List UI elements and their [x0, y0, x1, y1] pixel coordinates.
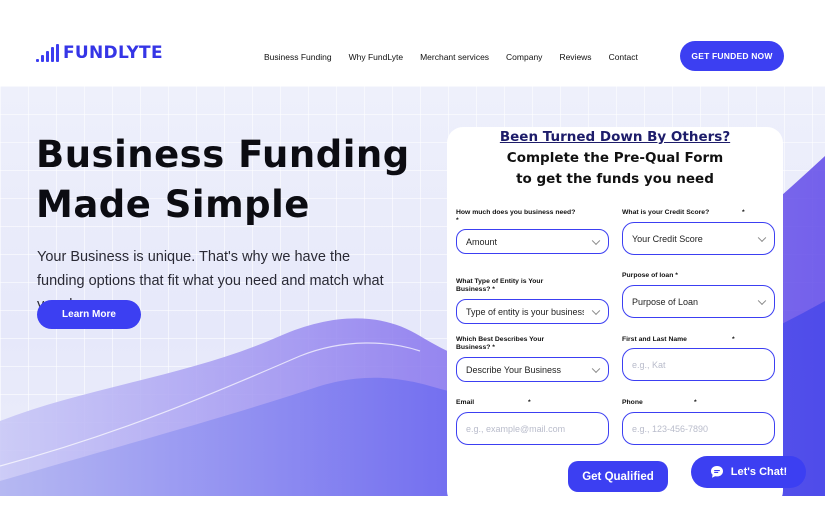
entity-type-select[interactable]: Type of entity is your business [456, 299, 609, 324]
get-qualified-button[interactable]: Get Qualified [568, 461, 668, 492]
form-heading-line-2: Complete the Pre-Qual Form [506, 150, 724, 166]
chevron-down-icon [757, 296, 767, 305]
nav-merchant-services[interactable]: Merchant services [420, 52, 489, 62]
lets-chat-label: Let's Chat! [730, 466, 788, 478]
entity-required-mark: * [492, 285, 495, 293]
signal-bars-icon [36, 44, 60, 62]
logo-text: FUNDLYTE [63, 43, 163, 63]
describe-label-text: Which Best Describes Your Business? [456, 336, 545, 351]
amount-required-mark: * [456, 216, 459, 224]
main-nav: Business Funding Why FundLyte Merchant s… [264, 52, 655, 62]
describe-business-select[interactable]: Describe Your Business [456, 357, 609, 382]
nav-business-funding[interactable]: Business Funding [264, 52, 332, 62]
phone-label-text: Phone [622, 399, 643, 406]
learn-more-button[interactable]: Learn More [37, 300, 141, 329]
fundlyte-logo[interactable]: FUNDLYTE [36, 43, 163, 63]
credit-score-select[interactable]: Your Credit Score [622, 222, 775, 255]
describe-required-mark: * [492, 343, 495, 351]
chevron-down-icon [591, 236, 601, 245]
chevron-down-icon [757, 233, 767, 242]
hero-title: Business Funding Made Simple [36, 130, 410, 230]
phone-input[interactable]: e.g., 123-456-7890 [622, 412, 775, 445]
email-label-text: Email [456, 399, 475, 406]
entity-select-value: Type of entity is your business [466, 306, 584, 317]
form-heading: Been Turned Down By Others? Complete the… [447, 127, 783, 190]
credit-label: What is your Credit Score? * [622, 209, 772, 217]
amount-label-text: How much does you business need? [456, 209, 576, 216]
credit-required-mark: * [742, 209, 745, 216]
get-funded-now-button[interactable]: GET FUNDED NOW [680, 41, 784, 71]
chat-bubble-icon [710, 466, 723, 478]
describe-label: Which Best Describes Your Business? * [456, 336, 576, 351]
chevron-down-icon [591, 306, 601, 315]
nav-contact[interactable]: Contact [609, 52, 638, 62]
form-heading-line-3: to get the funds you need [516, 171, 714, 187]
chevron-down-icon [591, 364, 601, 373]
hero-title-line-2: Made Simple [36, 183, 310, 226]
phone-label: Phone * [622, 399, 772, 407]
nav-company[interactable]: Company [506, 52, 542, 62]
nav-why-fundlyte[interactable]: Why FundLyte [349, 52, 404, 62]
describe-select-value: Describe Your Business [466, 364, 562, 375]
entity-label: What Type of Entity is Your Business? * [456, 278, 576, 293]
amount-label: How much does you business need? * [456, 209, 606, 224]
purpose-required-mark: * [675, 272, 678, 279]
name-label: First and Last Name * [622, 336, 772, 344]
email-input[interactable]: e.g., example@mail.com [456, 412, 609, 445]
form-heading-line-1: Been Turned Down By Others? [499, 129, 731, 145]
phone-required-mark: * [694, 399, 697, 406]
name-label-text: First and Last Name [622, 336, 687, 343]
credit-label-text: What is your Credit Score? [622, 209, 710, 216]
purpose-label-text: Purpose of loan [622, 272, 674, 279]
amount-select-value: Amount [466, 236, 498, 247]
purpose-label: Purpose of loan * [622, 272, 772, 280]
email-label: Email * [456, 399, 606, 407]
nav-reviews[interactable]: Reviews [559, 52, 591, 62]
hero-title-line-1: Business Funding [36, 133, 410, 176]
entity-label-text: What Type of Entity is Your Business? [456, 278, 544, 293]
amount-select[interactable]: Amount [456, 229, 609, 254]
purpose-of-loan-select[interactable]: Purpose of Loan [622, 285, 775, 318]
credit-select-value: Your Credit Score [632, 233, 703, 244]
site-header: FUNDLYTE Business Funding Why FundLyte M… [0, 0, 825, 86]
lets-chat-button[interactable]: Let's Chat! [691, 456, 806, 488]
name-required-mark: * [732, 336, 735, 343]
purpose-select-value: Purpose of Loan [632, 296, 699, 307]
first-last-name-input[interactable]: e.g., Kat [622, 348, 775, 381]
email-required-mark: * [528, 399, 531, 406]
